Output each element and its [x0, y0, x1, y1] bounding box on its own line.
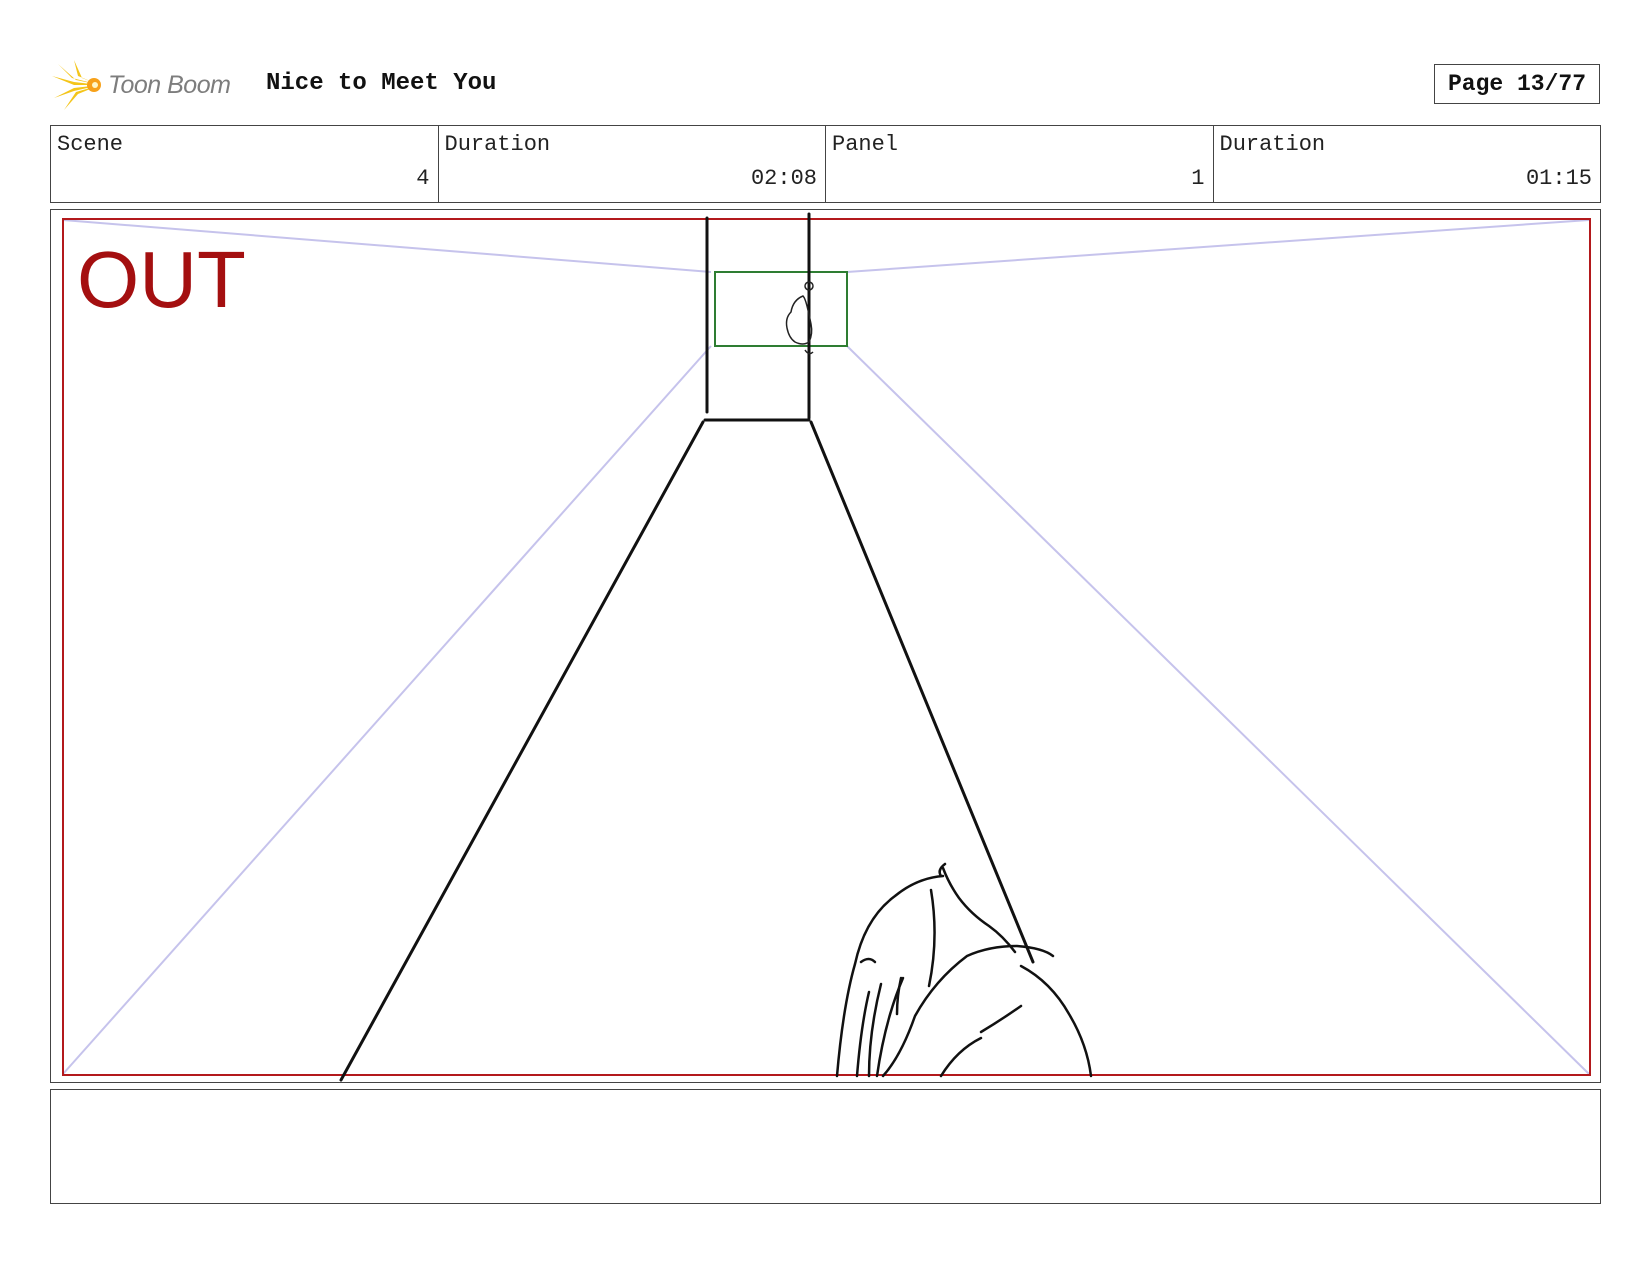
panel-duration-value: 01:15	[1525, 166, 1592, 191]
panel-duration-label: Duration	[1219, 132, 1326, 157]
hallway-lines	[339, 212, 1035, 1082]
panel-duration-cell: Duration 01:15	[1214, 126, 1601, 202]
panel-drawing	[62, 212, 1591, 1082]
starburst-icon	[52, 60, 101, 110]
scene-cell: Scene 4	[51, 126, 439, 202]
scene-label: Scene	[57, 132, 124, 157]
scene-duration-value: 02:08	[750, 166, 817, 191]
panel-value: 1	[1191, 166, 1205, 191]
storyboard-panel: OUT	[50, 209, 1601, 1083]
perspective-guides	[62, 219, 1590, 1075]
camera-label-out: OUT	[77, 235, 246, 324]
panel-label: Panel	[832, 132, 899, 157]
toon-boom-logo: Toon Boom	[52, 58, 252, 112]
camera-frame-out	[62, 218, 1591, 1076]
page-indicator: Page 13/77	[1434, 64, 1600, 104]
scene-value: 4	[416, 166, 430, 191]
camera-frame-in	[714, 271, 848, 347]
panel-cell: Panel 1	[826, 126, 1214, 202]
scene-info-table: Scene 4 Duration 02:08 Panel 1 Duration …	[50, 125, 1601, 203]
logo-text: Toon Boom	[108, 70, 231, 99]
storyboard-title: Nice to Meet You	[266, 70, 497, 97]
hooded-character	[835, 862, 1093, 1078]
scene-duration-label: Duration	[444, 132, 551, 157]
scene-duration-cell: Duration 02:08	[439, 126, 826, 202]
panel-notes-box[interactable]	[50, 1089, 1601, 1204]
